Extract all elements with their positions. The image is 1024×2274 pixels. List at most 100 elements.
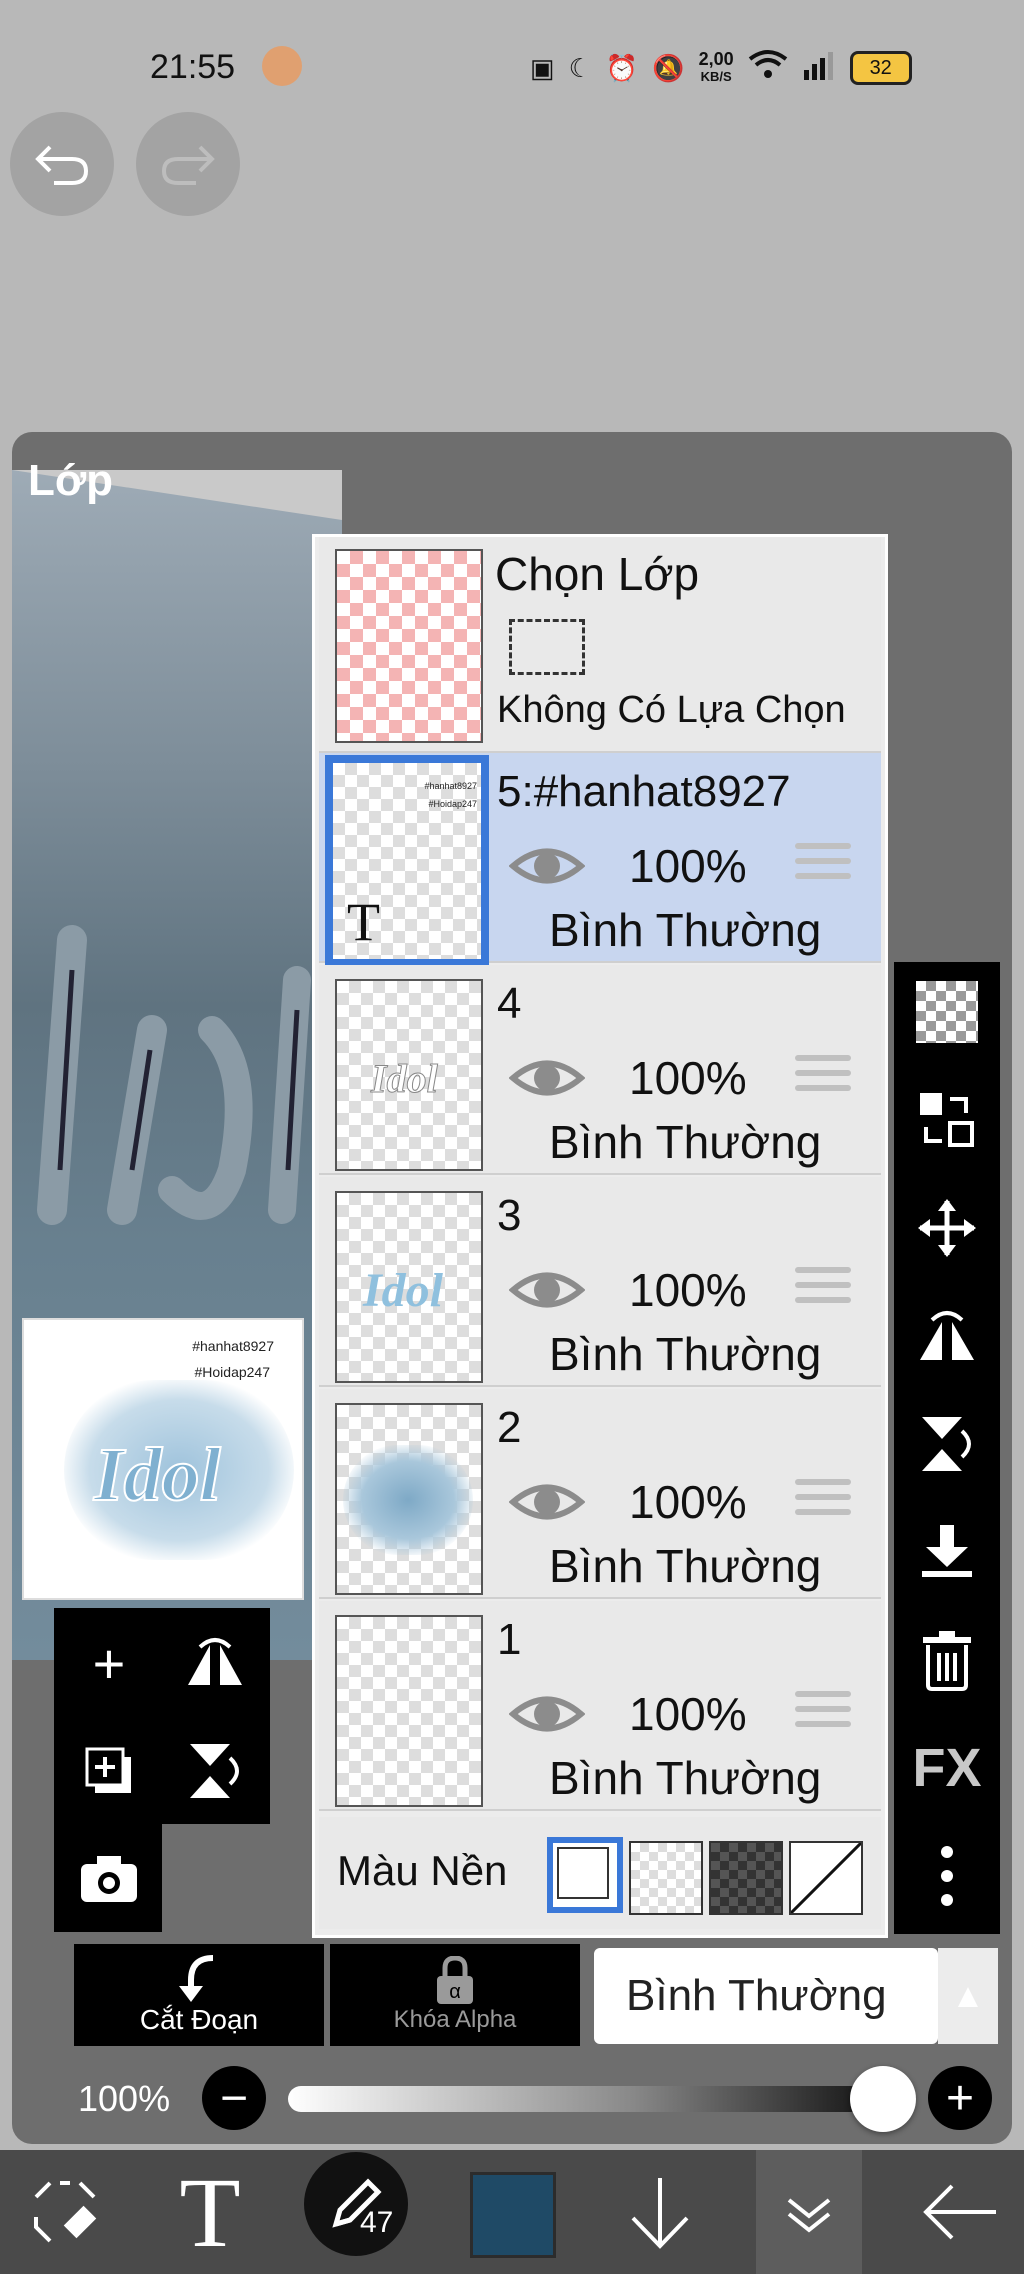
- drag-handle-icon[interactable]: [795, 1267, 851, 1313]
- blend-mode-select[interactable]: Bình Thường: [594, 1948, 938, 2044]
- status-icons: ▣ ☾ ⏰ 🔕 2,00 KB/S 32: [530, 40, 912, 96]
- alarm-icon: ⏰: [605, 52, 639, 83]
- add-layer-button[interactable]: +: [64, 1618, 154, 1708]
- layer-blend-mode: Bình Thường: [549, 1328, 822, 1380]
- copy-merge-button[interactable]: [894, 1070, 1000, 1170]
- tools-gap: [162, 1824, 270, 1932]
- drag-handle-icon[interactable]: [795, 843, 851, 889]
- bg-none-swatch[interactable]: [789, 1841, 863, 1915]
- redo-icon: [161, 145, 215, 185]
- minus-icon: −: [219, 2071, 249, 2125]
- flip-horizontal-icon: [920, 1311, 974, 1360]
- back-button[interactable]: [900, 2150, 1020, 2274]
- arrow-left-icon: [923, 2184, 996, 2240]
- clipping-label: Cắt Đoạn: [139, 2004, 259, 2035]
- arrow-down-icon: [631, 2178, 689, 2249]
- move-button[interactable]: [894, 1178, 1000, 1278]
- opacity-decrease-button[interactable]: −: [202, 2066, 266, 2130]
- layer-opacity: 100%: [629, 1052, 747, 1104]
- background-color-row: Màu Nền: [319, 1817, 881, 1929]
- merge-down-button[interactable]: [894, 1502, 1000, 1602]
- network-speed: 2,00 KB/S: [699, 50, 734, 86]
- layer-thumbnail: Idol: [335, 1191, 483, 1383]
- panel-title: Lớp: [28, 456, 114, 505]
- drag-handle-icon[interactable]: [795, 1691, 851, 1737]
- layer-blend-mode: Bình Thường: [549, 904, 822, 956]
- right-toolbar: FX: [894, 962, 1000, 1934]
- bg-white-swatch[interactable]: [547, 1837, 623, 1913]
- selection-layer-title: Chọn Lớp: [495, 548, 700, 600]
- layer-thumb-art: Idol: [371, 1056, 439, 1102]
- drag-handle-icon[interactable]: [795, 1055, 851, 1101]
- undo-button[interactable]: [10, 112, 114, 216]
- flip-layer-horizontal-button[interactable]: [894, 1286, 1000, 1386]
- network-speed-value: 2,00: [698, 49, 734, 69]
- layer-swap-icon: [920, 1093, 974, 1147]
- watercolor-thumb: [343, 1445, 473, 1555]
- visibility-eye-icon[interactable]: [508, 1055, 586, 1106]
- layer-opacity: 100%: [629, 840, 747, 892]
- blend-mode-arrow-icon[interactable]: ▲: [938, 1948, 998, 2044]
- layer-thumbnail: [335, 1403, 483, 1595]
- layer-row-1[interactable]: 1 100% Bình Thường: [319, 1601, 881, 1811]
- layer-thumb-tag1: #hanhat8927: [424, 781, 477, 791]
- opacity-increase-button[interactable]: +: [928, 2066, 992, 2130]
- wifi-icon: [748, 49, 788, 88]
- color-swatch-button[interactable]: [470, 2172, 556, 2258]
- layers-panel-button[interactable]: [756, 2150, 862, 2274]
- move-icon: [918, 1199, 976, 1257]
- plus-icon: +: [945, 2071, 975, 2125]
- layer-blend-mode: Bình Thường: [549, 1752, 822, 1804]
- layer-thumbnail: #hanhat8927 #Hoidap247 T: [325, 755, 489, 967]
- delete-layer-button[interactable]: [894, 1610, 1000, 1710]
- flip-horizontal-icon: [188, 1638, 242, 1685]
- duplicate-icon: [85, 1747, 131, 1793]
- opacity-slider-knob[interactable]: [850, 2066, 916, 2132]
- flip-layer-vertical-button[interactable]: [894, 1394, 1000, 1494]
- selection-layer-row[interactable]: Chọn Lớp Không Có Lựa Chọn: [319, 537, 881, 753]
- app-notification-icon: [262, 46, 302, 86]
- more-vertical-icon: [941, 1846, 953, 1906]
- visibility-eye-icon[interactable]: [508, 1267, 586, 1318]
- undo-icon: [35, 145, 89, 185]
- visibility-eye-icon[interactable]: [508, 1691, 586, 1742]
- drag-handle-icon[interactable]: [795, 1479, 851, 1525]
- opacity-label: 100%: [78, 2078, 171, 2119]
- bg-transparent-swatch[interactable]: [629, 1841, 703, 1915]
- thumbnail-tag1: #hanhat8927: [192, 1338, 274, 1354]
- redo-button[interactable]: [136, 112, 240, 216]
- svg-text:α: α: [449, 1981, 461, 2003]
- flip-vertical-button[interactable]: [170, 1726, 260, 1816]
- layer-row-5[interactable]: #hanhat8927 #Hoidap247 T 5:#hanhat8927 1…: [319, 753, 881, 967]
- visibility-eye-icon[interactable]: [508, 843, 586, 894]
- merge-down-icon: [922, 1525, 972, 1577]
- layer-row-2[interactable]: 2 100% Bình Thường: [319, 1389, 881, 1599]
- status-bar: 21:55 ▣ ☾ ⏰ 🔕 2,00 KB/S 32: [0, 0, 1024, 140]
- layer-down-button[interactable]: [610, 2150, 710, 2274]
- visibility-eye-icon[interactable]: [508, 1479, 586, 1530]
- layer-row-4[interactable]: Idol 4 100% Bình Thường: [319, 965, 881, 1175]
- camera-button[interactable]: [64, 1834, 154, 1924]
- alpha-lock-button[interactable]: α Khóa Alpha: [330, 1944, 580, 2046]
- plus-icon: +: [92, 1631, 126, 1695]
- duplicate-layer-button[interactable]: [64, 1726, 154, 1816]
- opacity-slider[interactable]: [288, 2086, 916, 2112]
- selection-marquee-icon: [509, 619, 585, 675]
- fx-button[interactable]: FX: [894, 1718, 1000, 1818]
- layer-opacity: 100%: [629, 1688, 747, 1740]
- status-clock: 21:55: [150, 48, 236, 86]
- transform-tool-button[interactable]: [10, 2150, 120, 2274]
- flip-horizontal-button[interactable]: [170, 1618, 260, 1708]
- mute-icon: 🔕: [652, 52, 685, 83]
- brush-tool-button[interactable]: 47: [304, 2152, 408, 2256]
- canvas-thumbnail[interactable]: #hanhat8927 #Hoidap247 Idol: [22, 1318, 304, 1600]
- text-tool-button[interactable]: T: [150, 2150, 270, 2274]
- layer-name: 4: [497, 979, 522, 1028]
- clipping-button[interactable]: Cắt Đoạn: [74, 1944, 324, 2046]
- layer-row-3[interactable]: Idol 3 100% Bình Thường: [319, 1177, 881, 1387]
- transparency-button[interactable]: [894, 962, 1000, 1062]
- more-options-button[interactable]: [894, 1826, 1000, 1926]
- flip-vertical-icon: [922, 1417, 971, 1471]
- clipping-icon: [179, 1955, 214, 2002]
- bg-dark-checker-swatch[interactable]: [709, 1841, 783, 1915]
